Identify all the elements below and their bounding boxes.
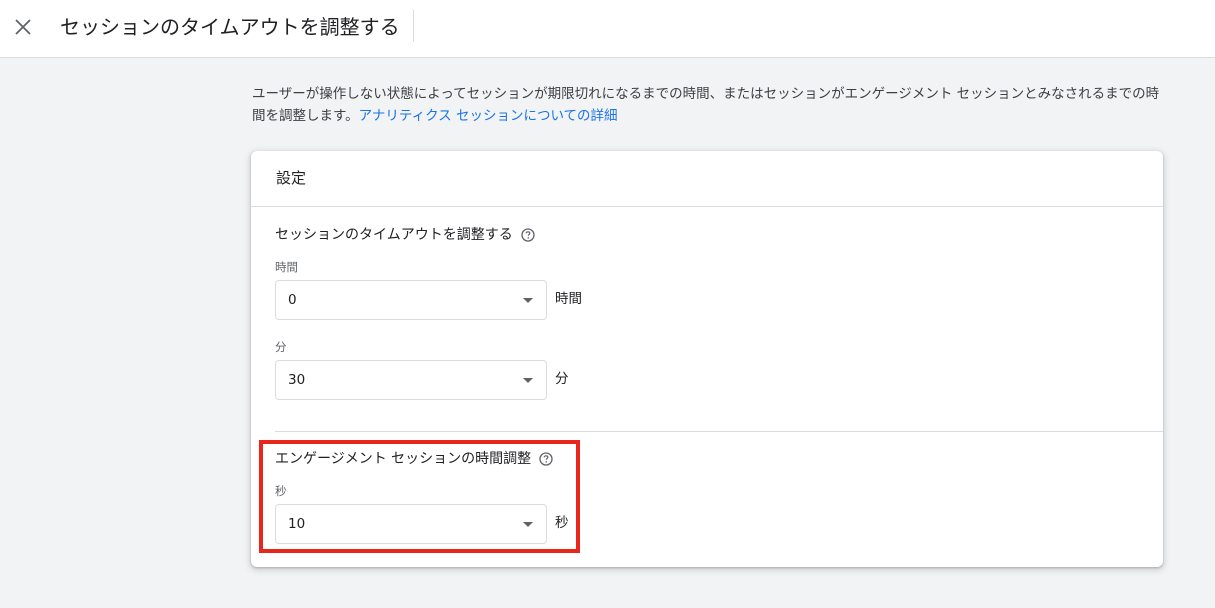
hours-select[interactable]: 0 [275, 280, 547, 320]
seconds-label: 秒 [275, 484, 287, 498]
description: ユーザーが操作しない状態によってセッションが期限切れになるまでの時間、またはセッ… [252, 83, 1167, 127]
dropdown-arrow-icon [523, 378, 533, 383]
section-divider [275, 431, 1163, 432]
engagement-section-title: エンゲージメント セッションの時間調整 [275, 449, 553, 469]
help-circle-icon[interactable] [521, 228, 535, 242]
close-button[interactable] [10, 14, 36, 40]
seconds-select-value: 10 [288, 516, 306, 532]
timeout-section-title-text: セッションのタイムアウトを調整する [275, 227, 513, 243]
seconds-select[interactable]: 10 [275, 504, 547, 544]
minutes-unit: 分 [555, 371, 569, 387]
timeout-section-title: セッションのタイムアウトを調整する [275, 225, 535, 245]
dropdown-arrow-icon [523, 522, 533, 527]
title-divider [413, 10, 414, 42]
engagement-section-title-text: エンゲージメント セッションの時間調整 [275, 451, 532, 467]
minutes-select[interactable]: 30 [275, 360, 547, 400]
page-title: セッションのタイムアウトを調整する [60, 15, 400, 39]
hours-select-value: 0 [288, 292, 297, 308]
hours-label: 時間 [275, 260, 298, 274]
dropdown-arrow-icon [523, 298, 533, 303]
card-header: 設定 [251, 151, 1163, 207]
top-bar: セッションのタイムアウトを調整する [0, 0, 1215, 58]
card-title: 設定 [276, 169, 307, 187]
seconds-unit: 秒 [555, 515, 569, 531]
minutes-select-value: 30 [288, 372, 306, 388]
settings-card: 設定 セッションのタイムアウトを調整する 時間 0 時間 分 30 分 エンゲー… [251, 151, 1163, 567]
minutes-label: 分 [275, 340, 287, 354]
learn-more-link[interactable]: アナリティクス セッションについての詳細 [359, 108, 618, 124]
close-icon [15, 19, 31, 35]
help-circle-icon[interactable] [539, 452, 553, 466]
hours-unit: 時間 [555, 291, 582, 307]
